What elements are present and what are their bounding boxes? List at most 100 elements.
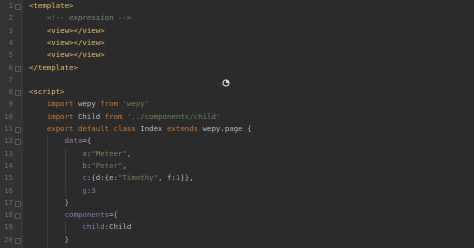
token-plain: Child xyxy=(73,111,105,121)
code-line[interactable]: 3 <view></view> xyxy=(0,25,474,37)
token-kw: export default class xyxy=(46,124,136,133)
token-plain: }}, xyxy=(180,173,194,183)
line-number: 17 xyxy=(4,197,13,207)
line-number: 9 xyxy=(8,99,13,109)
line-number: 13 xyxy=(4,148,13,158)
token-plain: } xyxy=(29,197,70,207)
line-number: 15 xyxy=(4,173,13,183)
code-line[interactable]: 14 b:"Peter", xyxy=(0,159,474,173)
token-plain: , xyxy=(122,160,127,170)
token-plain: Index xyxy=(135,124,167,133)
code-text: b:"Peter", xyxy=(29,160,127,172)
line-number: 20 xyxy=(4,234,13,244)
line-number: 8 xyxy=(8,87,13,97)
fold-marker-icon[interactable] xyxy=(15,4,21,10)
line-number: 5 xyxy=(8,50,13,60)
token-plain: ={ xyxy=(109,210,119,220)
code-line[interactable]: 5 <view></view> xyxy=(0,49,474,61)
code-text: data={ xyxy=(29,135,92,147)
code-text: <view></view> xyxy=(29,49,105,61)
token-tag: <view></view> xyxy=(46,37,105,47)
code-line[interactable]: 17 } xyxy=(0,196,474,210)
code-line[interactable]: 8 <script> xyxy=(0,86,474,98)
code-text: } xyxy=(29,234,69,246)
code-line[interactable]: 13 a:"Meteer", xyxy=(0,147,474,160)
line-number: 11 xyxy=(4,124,13,133)
token-tag: <view></view> xyxy=(46,50,105,60)
code-line[interactable]: 19 child:Child xyxy=(0,221,474,234)
line-number: 6 xyxy=(8,62,13,72)
code-text: import Child from '../components/child' xyxy=(29,111,221,123)
code-line[interactable]: 15 c:{d:{e:"Timothy", f:1}}, xyxy=(0,172,474,185)
code-text: } xyxy=(29,197,69,209)
token-plain: , f: xyxy=(158,173,176,183)
token-kw: import xyxy=(46,99,74,109)
token-str: "Meteer" xyxy=(91,148,127,158)
code-line[interactable]: 6 </template> xyxy=(0,62,474,74)
line-number: 7 xyxy=(8,74,13,84)
code-line[interactable]: 1 <template> xyxy=(0,0,474,12)
token-plain: } xyxy=(29,234,70,244)
token-plain: :{d:{e: xyxy=(86,173,119,183)
token-kw: import xyxy=(46,111,74,121)
code-text: <template> xyxy=(29,0,74,12)
line-number: 16 xyxy=(4,185,13,195)
token-str: 'wepy' xyxy=(122,99,150,109)
code-line[interactable]: 10 import Child from '../components/chil… xyxy=(0,111,474,123)
token-plain: wepy xyxy=(73,99,101,109)
code-line[interactable]: 16 g:3 xyxy=(0,184,474,197)
code-line[interactable]: 12 data={ xyxy=(0,135,474,148)
token-kw: from xyxy=(100,99,119,109)
token-plain: , xyxy=(126,148,132,158)
fold-marker-icon[interactable] xyxy=(15,139,21,146)
code-line[interactable]: 4 <view></view> xyxy=(0,37,474,49)
code-editor[interactable]: 1 <template> 2 <!-- expression --> 3 <view>… xyxy=(0,0,474,248)
token-prop: components xyxy=(64,210,110,220)
fold-marker-icon[interactable] xyxy=(15,200,21,207)
code-line[interactable]: 20 } xyxy=(0,233,474,246)
token-num: 3 xyxy=(91,185,96,195)
token-plain: ={ xyxy=(82,136,92,146)
token-kw: extends xyxy=(166,124,199,133)
code-line[interactable]: 11 export default class Index extends we… xyxy=(0,123,474,135)
code-text: export default class Index extends wepy.… xyxy=(29,123,252,135)
code-text: </template> xyxy=(29,62,78,74)
line-number: 2 xyxy=(8,13,13,23)
token-str: "Timothy" xyxy=(118,173,159,183)
token-str: "Peter" xyxy=(91,160,123,170)
fold-marker-icon[interactable] xyxy=(15,90,21,97)
code-text: import wepy from 'wepy' xyxy=(29,98,149,110)
code-line[interactable]: 2 <!-- expression --> xyxy=(0,12,474,24)
token-prop: data xyxy=(64,136,83,146)
fold-marker-icon[interactable] xyxy=(15,65,21,72)
fold-marker-icon[interactable] xyxy=(15,213,21,220)
line-number: 10 xyxy=(4,111,13,121)
fold-marker-icon[interactable] xyxy=(15,127,21,133)
code-line[interactable]: 9 import wepy from 'wepy' xyxy=(0,98,474,110)
code-line[interactable]: 7 xyxy=(0,74,474,86)
line-number: 1 xyxy=(8,1,13,10)
token-str: '../components/child' xyxy=(126,111,221,121)
token-comment: <!-- expression --> xyxy=(46,13,132,23)
code-text: c:{d:{e:"Timothy", f:1}}, xyxy=(29,172,194,184)
fold-marker-icon[interactable] xyxy=(15,237,21,244)
token-tag: <script> xyxy=(29,87,65,97)
token-tag: </template> xyxy=(29,62,78,72)
code-text: a:"Meteer", xyxy=(29,148,131,160)
code-line[interactable]: 18 components={ xyxy=(0,209,474,222)
code-text: <view></view> xyxy=(29,25,105,37)
code-text: child:Child xyxy=(29,221,131,233)
line-number: 3 xyxy=(8,25,13,35)
token-plain: :Child xyxy=(104,222,132,232)
